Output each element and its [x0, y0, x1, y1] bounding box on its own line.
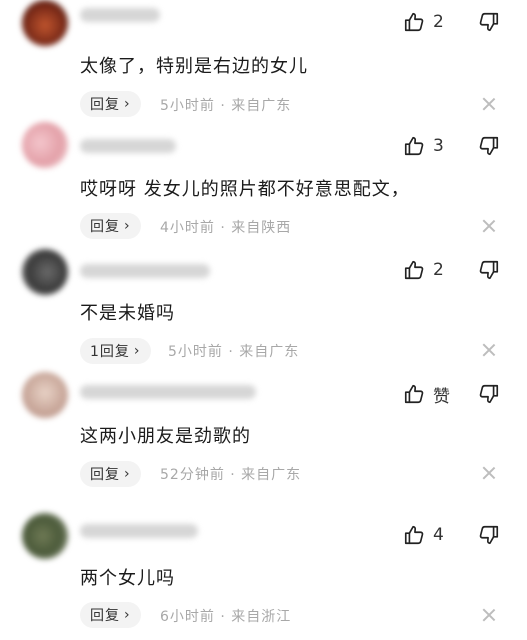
comment-text: 不是未婚吗: [80, 303, 175, 324]
thumbs-up-icon: [404, 384, 424, 404]
username[interactable]: [80, 264, 210, 278]
thumbs-down-icon: [479, 525, 499, 545]
reply-button[interactable]: 回复 ›: [80, 602, 141, 628]
like-count: 2: [433, 260, 444, 280]
reply-button[interactable]: 回复 ›: [80, 213, 141, 239]
thumbs-up-icon: [404, 525, 424, 545]
comment-text: 两个女儿吗: [80, 568, 175, 589]
thumbs-down-icon: [479, 384, 499, 404]
thumbs-down-icon: [479, 136, 499, 156]
close-icon[interactable]: [482, 608, 496, 622]
chevron-right-icon: ›: [124, 218, 131, 234]
comment-meta: 5小时前 · 来自广东: [168, 344, 300, 360]
dislike-button[interactable]: [478, 380, 500, 408]
chevron-right-icon: ›: [124, 96, 131, 112]
avatar[interactable]: [22, 0, 68, 46]
reply-button[interactable]: 1回复 ›: [80, 338, 151, 364]
reply-label: 回复: [90, 608, 120, 624]
close-icon[interactable]: [482, 97, 496, 111]
comment-meta: 4小时前 · 来自陕西: [160, 220, 292, 236]
reply-button[interactable]: 回复 ›: [80, 91, 141, 117]
thumbs-down-icon: [479, 12, 499, 32]
username[interactable]: [80, 8, 160, 22]
close-icon[interactable]: [482, 343, 496, 357]
like-button[interactable]: 4: [403, 521, 444, 549]
comment-text: 这两小朋友是劲歌的: [80, 426, 251, 447]
reply-label: 回复: [90, 467, 120, 483]
thumbs-up-icon: [404, 136, 424, 156]
avatar[interactable]: [22, 372, 68, 418]
like-count: 3: [433, 136, 444, 156]
chevron-right-icon: ›: [133, 343, 141, 359]
comment-meta: 52分钟前 · 来自广东: [160, 467, 302, 483]
username[interactable]: [80, 524, 198, 538]
dislike-button[interactable]: [478, 256, 500, 284]
reply-label: 1回复: [90, 344, 130, 360]
close-icon[interactable]: [482, 219, 496, 233]
comment-text: 太像了，特别是右边的女儿: [80, 56, 308, 77]
thumbs-up-icon: [404, 12, 424, 32]
reply-button[interactable]: 回复 ›: [80, 461, 141, 487]
like-count: 2: [433, 12, 444, 32]
thumbs-down-icon: [479, 260, 499, 280]
avatar[interactable]: [22, 513, 68, 559]
avatar[interactable]: [22, 249, 68, 295]
like-button[interactable]: 3: [403, 132, 444, 160]
username[interactable]: [80, 385, 256, 399]
comment-text: 哎呀呀 发女儿的照片都不好意思配文，: [80, 179, 410, 200]
thumbs-up-icon: [404, 260, 424, 280]
chevron-right-icon: ›: [124, 607, 131, 623]
close-icon[interactable]: [482, 466, 496, 480]
dislike-button[interactable]: [478, 521, 500, 549]
like-button[interactable]: 2: [403, 256, 444, 284]
like-button[interactable]: 赞: [403, 380, 450, 408]
like-button[interactable]: 2: [403, 8, 444, 36]
avatar[interactable]: [22, 122, 68, 168]
comment-meta: 5小时前 · 来自广东: [160, 98, 292, 114]
chevron-right-icon: ›: [124, 466, 131, 482]
like-count: 4: [433, 525, 444, 545]
dislike-button[interactable]: [478, 8, 500, 36]
reply-label: 回复: [90, 219, 120, 235]
username[interactable]: [80, 139, 176, 153]
reply-label: 回复: [90, 97, 120, 113]
comment-meta: 6小时前 · 来自浙江: [160, 609, 292, 625]
dislike-button[interactable]: [478, 132, 500, 160]
like-count: 赞: [433, 386, 450, 407]
